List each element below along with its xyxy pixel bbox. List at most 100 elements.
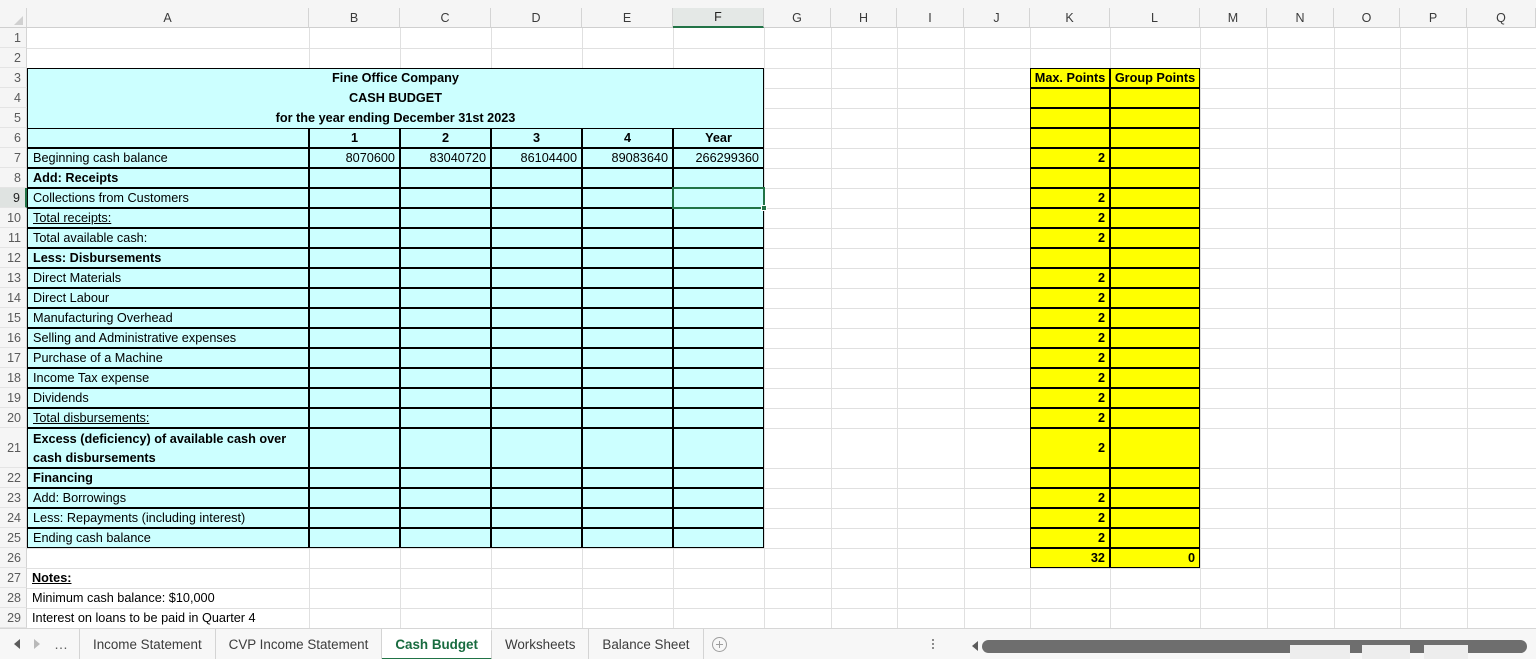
points-max-24[interactable]: 2 bbox=[1030, 508, 1110, 528]
column-header-q[interactable]: Q bbox=[1467, 8, 1536, 28]
row-header-28[interactable]: 28 bbox=[0, 588, 27, 608]
points-max-21[interactable]: 2 bbox=[1030, 428, 1110, 468]
column-header-e[interactable]: E bbox=[582, 8, 673, 28]
budget-row-label-24[interactable]: Less: Repayments (including interest) bbox=[27, 508, 309, 528]
points-max-8[interactable] bbox=[1030, 168, 1110, 188]
budget-cell-b19[interactable] bbox=[309, 388, 400, 408]
sheet-overflow-label[interactable]: … bbox=[54, 637, 69, 651]
budget-cell-b18[interactable] bbox=[309, 368, 400, 388]
row-header-6[interactable]: 6 bbox=[0, 128, 27, 148]
budget-cell-f14[interactable] bbox=[673, 288, 764, 308]
column-header-j[interactable]: J bbox=[964, 8, 1030, 28]
budget-row-label-9[interactable]: Collections from Customers bbox=[27, 188, 309, 208]
budget-cell-f25[interactable] bbox=[673, 528, 764, 548]
column-header-m[interactable]: M bbox=[1200, 8, 1267, 28]
tabbar-resize-grip[interactable] bbox=[926, 629, 940, 659]
points-max-12[interactable] bbox=[1030, 248, 1110, 268]
budget-cell-c7[interactable]: 83040720 bbox=[400, 148, 491, 168]
points-group-13[interactable] bbox=[1110, 268, 1200, 288]
column-header-a[interactable]: A bbox=[27, 8, 309, 28]
budget-cell-e22[interactable] bbox=[582, 468, 673, 488]
points-max-11[interactable]: 2 bbox=[1030, 228, 1110, 248]
points-max-20[interactable]: 2 bbox=[1030, 408, 1110, 428]
points-max-16[interactable]: 2 bbox=[1030, 328, 1110, 348]
points-group-16[interactable] bbox=[1110, 328, 1200, 348]
budget-cell-f13[interactable] bbox=[673, 268, 764, 288]
row-header-14[interactable]: 14 bbox=[0, 288, 27, 308]
budget-cell-c18[interactable] bbox=[400, 368, 491, 388]
row-header-24[interactable]: 24 bbox=[0, 508, 27, 528]
column-header-c[interactable]: C bbox=[400, 8, 491, 28]
budget-cell-f11[interactable] bbox=[673, 228, 764, 248]
budget-cell-d9[interactable] bbox=[491, 188, 582, 208]
budget-title-period[interactable]: for the year ending December 31st 2023 bbox=[27, 108, 764, 128]
column-header-n[interactable]: N bbox=[1267, 8, 1334, 28]
points-max-5[interactable] bbox=[1030, 108, 1110, 128]
budget-cell-f16[interactable] bbox=[673, 328, 764, 348]
points-group-15[interactable] bbox=[1110, 308, 1200, 328]
budget-row-label-23[interactable]: Add: Borrowings bbox=[27, 488, 309, 508]
budget-cell-d24[interactable] bbox=[491, 508, 582, 528]
points-group-26[interactable]: 0 bbox=[1110, 548, 1200, 568]
budget-row-label-20[interactable]: Total disbursements: bbox=[27, 408, 309, 428]
row-header-18[interactable]: 18 bbox=[0, 368, 27, 388]
budget-cell-e8[interactable] bbox=[582, 168, 673, 188]
budget-cell-b16[interactable] bbox=[309, 328, 400, 348]
points-max-9[interactable]: 2 bbox=[1030, 188, 1110, 208]
row-header-7[interactable]: 7 bbox=[0, 148, 27, 168]
points-group-20[interactable] bbox=[1110, 408, 1200, 428]
points-group-14[interactable] bbox=[1110, 288, 1200, 308]
budget-cell-e18[interactable] bbox=[582, 368, 673, 388]
row-header-9[interactable]: 9 bbox=[0, 188, 27, 208]
column-header-k[interactable]: K bbox=[1030, 8, 1110, 28]
budget-cell-c23[interactable] bbox=[400, 488, 491, 508]
column-header-d[interactable]: D bbox=[491, 8, 582, 28]
budget-cell-f23[interactable] bbox=[673, 488, 764, 508]
budget-cell-f18[interactable] bbox=[673, 368, 764, 388]
budget-cell-e11[interactable] bbox=[582, 228, 673, 248]
column-header-o[interactable]: O bbox=[1334, 8, 1400, 28]
points-max-4[interactable] bbox=[1030, 88, 1110, 108]
budget-cell-d8[interactable] bbox=[491, 168, 582, 188]
row-header-26[interactable]: 26 bbox=[0, 548, 27, 568]
sheet-nav-prev-icon[interactable] bbox=[14, 639, 20, 649]
fill-handle[interactable] bbox=[761, 205, 767, 211]
budget-cell-c14[interactable] bbox=[400, 288, 491, 308]
budget-cell-c12[interactable] bbox=[400, 248, 491, 268]
budget-cell-c19[interactable] bbox=[400, 388, 491, 408]
budget-cell-c17[interactable] bbox=[400, 348, 491, 368]
points-group-12[interactable] bbox=[1110, 248, 1200, 268]
budget-cell-e12[interactable] bbox=[582, 248, 673, 268]
column-header-h[interactable]: H bbox=[831, 8, 897, 28]
budget-title-company[interactable]: Fine Office Company bbox=[27, 68, 764, 88]
column-header-f[interactable]: F bbox=[673, 8, 764, 28]
budget-cell-e23[interactable] bbox=[582, 488, 673, 508]
points-group-8[interactable] bbox=[1110, 168, 1200, 188]
budget-cell-c15[interactable] bbox=[400, 308, 491, 328]
budget-cell-f17[interactable] bbox=[673, 348, 764, 368]
budget-row-label-25[interactable]: Ending cash balance bbox=[27, 528, 309, 548]
budget-cell-e14[interactable] bbox=[582, 288, 673, 308]
budget-cell-e17[interactable] bbox=[582, 348, 673, 368]
budget-cell-c13[interactable] bbox=[400, 268, 491, 288]
budget-cell-e19[interactable] bbox=[582, 388, 673, 408]
points-group-24[interactable] bbox=[1110, 508, 1200, 528]
budget-cell-b24[interactable] bbox=[309, 508, 400, 528]
budget-cell-f24[interactable] bbox=[673, 508, 764, 528]
sheet-tab-income-statement[interactable]: Income Statement bbox=[79, 628, 216, 659]
budget-cell-c8[interactable] bbox=[400, 168, 491, 188]
budget-cell-e16[interactable] bbox=[582, 328, 673, 348]
row-header-20[interactable]: 20 bbox=[0, 408, 27, 428]
select-all-button[interactable] bbox=[0, 8, 27, 28]
column-header-l[interactable]: L bbox=[1110, 8, 1200, 28]
points-max-17[interactable]: 2 bbox=[1030, 348, 1110, 368]
budget-cell-c10[interactable] bbox=[400, 208, 491, 228]
points-group-6[interactable] bbox=[1110, 128, 1200, 148]
points-group-25[interactable] bbox=[1110, 528, 1200, 548]
budget-cell-b13[interactable] bbox=[309, 268, 400, 288]
points-group-18[interactable] bbox=[1110, 368, 1200, 388]
sheet-nav-next-icon[interactable] bbox=[34, 639, 40, 649]
points-group-17[interactable] bbox=[1110, 348, 1200, 368]
budget-period-header-3[interactable]: 3 bbox=[491, 128, 582, 148]
budget-cell-e21[interactable] bbox=[582, 428, 673, 468]
